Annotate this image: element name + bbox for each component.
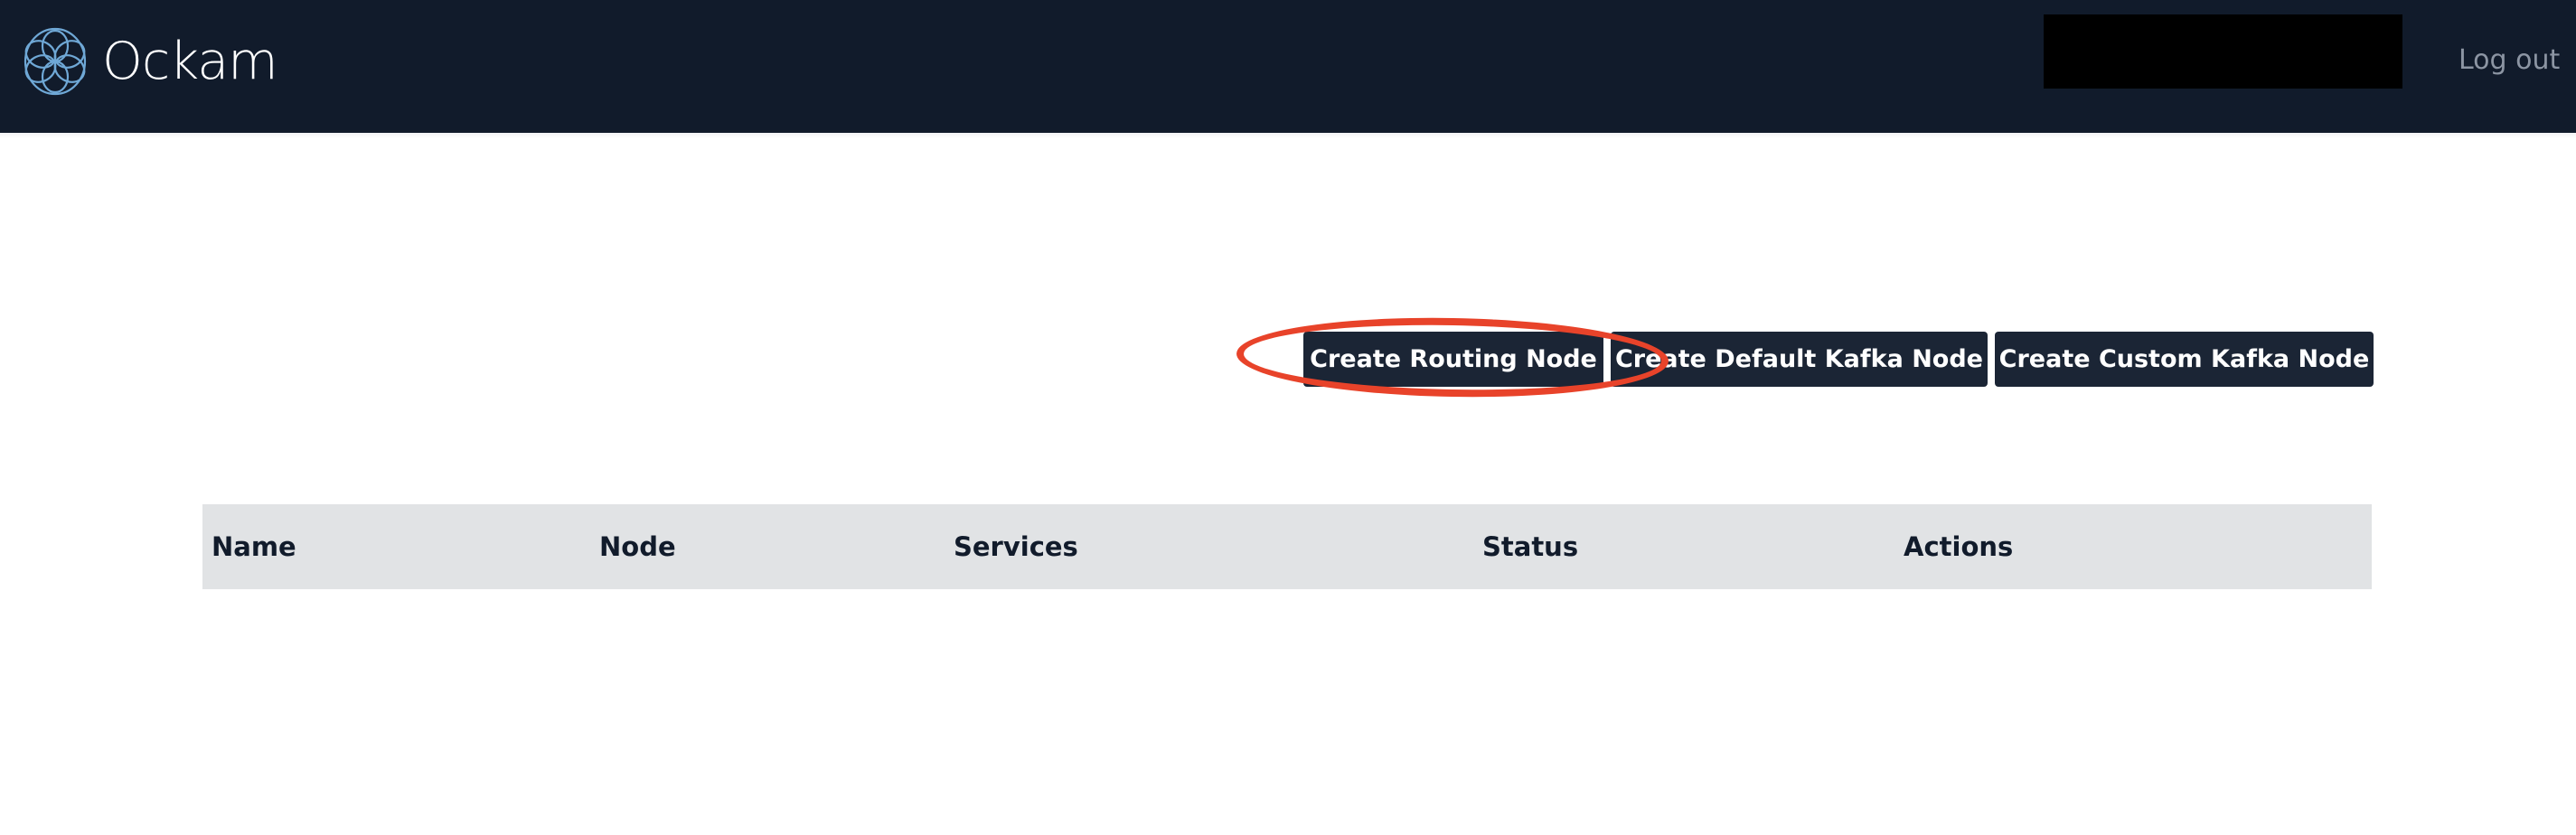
ockam-logo[interactable]: Ockam bbox=[23, 26, 278, 97]
brand-name: Ockam bbox=[102, 32, 278, 91]
ockam-logo-icon bbox=[24, 27, 87, 96]
header-divider bbox=[0, 133, 2576, 138]
top-navigation-bar: Ockam Log out bbox=[0, 0, 2576, 133]
logout-link[interactable]: Log out bbox=[2458, 41, 2560, 80]
node-actions-toolbar: Create Routing Node Create Default Kafka… bbox=[1303, 332, 2374, 387]
column-header-node: Node bbox=[599, 531, 676, 562]
column-header-name: Name bbox=[212, 531, 296, 562]
column-header-actions: Actions bbox=[1904, 531, 2014, 562]
nodes-table-header: Name Node Services Status Actions bbox=[202, 504, 2372, 589]
redacted-user-info bbox=[2044, 14, 2402, 89]
column-header-services: Services bbox=[954, 531, 1078, 562]
create-routing-node-button[interactable]: Create Routing Node bbox=[1303, 332, 1603, 387]
column-header-status: Status bbox=[1482, 531, 1579, 562]
create-default-kafka-node-button[interactable]: Create Default Kafka Node bbox=[1611, 332, 1988, 387]
create-custom-kafka-node-button[interactable]: Create Custom Kafka Node bbox=[1995, 332, 2374, 387]
